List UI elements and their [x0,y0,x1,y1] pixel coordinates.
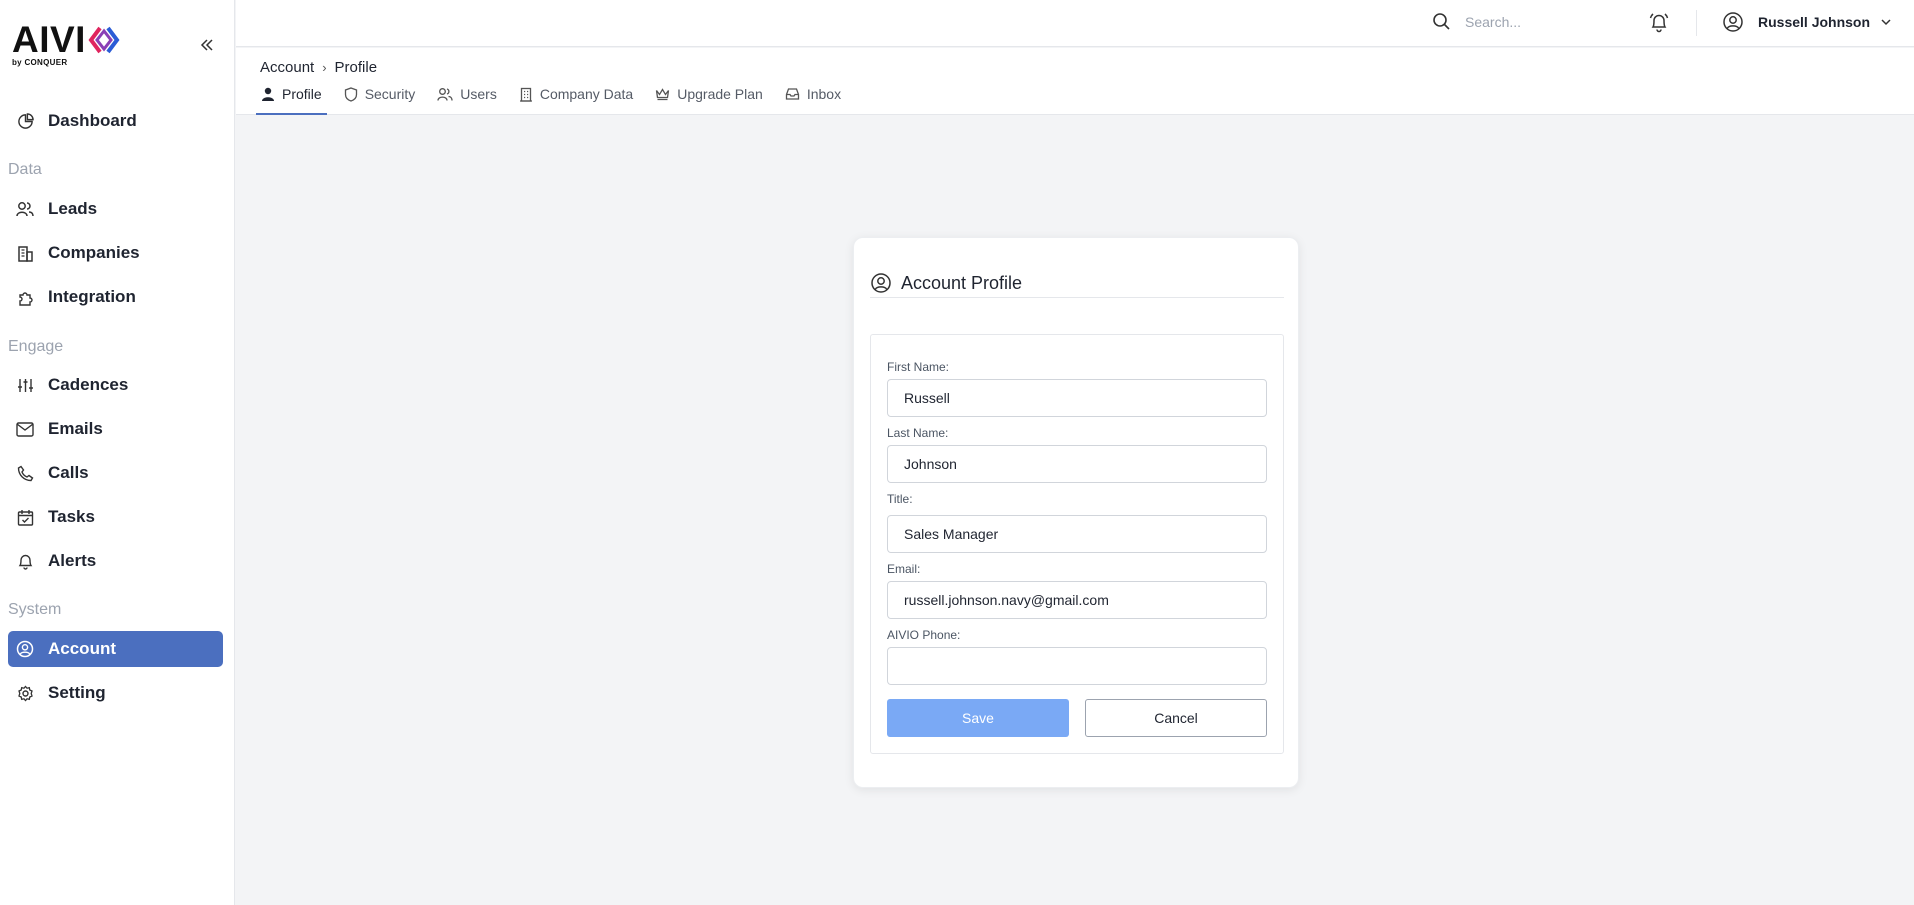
building-icon [519,87,532,102]
page-subheader: Account › Profile Profile Security Users… [236,48,1914,115]
tab-company-data[interactable]: Company Data [514,86,638,115]
email-label: Email: [887,562,921,576]
aivi-logo[interactable]: AIVI by CONQUER [12,20,122,70]
chart-pie-icon [17,112,34,129]
sidebar-item-leads[interactable]: Leads [8,191,223,227]
user-circle-icon [871,273,891,293]
logo-mark-icon [88,26,120,54]
card-header: Account Profile [870,272,1022,294]
sidebar-item-dashboard[interactable]: Dashboard [8,103,223,139]
first-name-label: First Name: [887,360,950,374]
sidebar-item-label: Tasks [48,507,95,526]
last-name-field[interactable] [887,445,1267,483]
title-field[interactable] [887,515,1267,553]
chevron-right-icon: › [322,60,327,75]
email-field[interactable] [887,581,1267,619]
bell-ring-icon [1649,13,1669,33]
sidebar-item-setting[interactable]: Setting [8,675,223,711]
sliders-icon [17,378,33,392]
collapse-sidebar-button[interactable] [196,34,218,56]
double-chevron-left-icon [200,39,213,51]
sidebar-item-label: Account [48,639,116,658]
first-name-field[interactable] [887,379,1267,417]
sidebar-item-label: Emails [48,419,103,438]
tab-inbox[interactable]: Inbox [780,86,846,115]
user-circle-icon [16,640,34,658]
profile-form: First Name: Last Name: Title: Email: AIV… [870,334,1284,754]
sidebar-item-companies[interactable]: Companies [8,235,223,271]
card-title: Account Profile [901,272,1023,293]
aivio-phone-label: AIVIO Phone: [887,628,961,642]
tab-label: Company Data [539,86,634,102]
sidebar-item-label: Companies [48,243,140,262]
last-name-label: Last Name: [887,426,949,440]
tab-users[interactable]: Users [432,86,502,115]
users-icon [16,201,34,216]
sidebar-item-label: Dashboard [48,111,137,130]
puzzle-icon [18,291,33,306]
card-divider [870,297,1284,298]
search-input[interactable] [1465,13,1615,30]
phone-icon [17,465,33,481]
sidebar-item-label: Cadences [48,375,129,394]
account-tabs: Profile Security Users Company Data Upgr… [256,86,858,115]
tab-upgrade-plan[interactable]: Upgrade Plan [650,86,768,115]
aivio-phone-field[interactable] [887,647,1267,685]
sidebar-item-calls[interactable]: Calls [8,455,223,491]
search-bar [1432,12,1615,31]
sidebar-item-tasks[interactable]: Tasks [8,499,223,535]
logo-text: AIVI [12,19,86,60]
section-label-system: System [8,601,62,618]
tab-profile[interactable]: Profile [256,86,327,115]
users-icon [437,88,453,101]
sidebar-item-label: Calls [48,463,89,482]
bell-icon [18,554,32,570]
title-label: Title: [887,492,913,506]
person-icon [262,87,274,101]
tab-label: Profile [282,86,322,102]
tab-label: Security [364,86,416,102]
top-header: Russell Johnson [236,0,1914,47]
logo-subtitle: by CONQUER [12,58,68,67]
cancel-button[interactable]: Cancel [1085,699,1267,737]
calendar-check-icon [17,509,33,526]
tab-label: Upgrade Plan [677,86,763,102]
breadcrumb-item-account[interactable]: Account [260,59,314,76]
shield-icon [344,87,357,102]
sidebar-item-cadences[interactable]: Cadences [8,367,223,403]
sidebar-item-label: Leads [48,199,98,218]
sidebar-item-alerts[interactable]: Alerts [8,543,223,579]
breadcrumb-item-profile: Profile [334,59,378,76]
search-icon[interactable] [1432,12,1451,31]
sidebar-item-account[interactable]: Account [8,631,223,667]
save-button[interactable]: Save [887,699,1069,737]
tab-label: Inbox [806,86,842,102]
mail-icon [16,421,34,437]
section-label-engage: Engage [8,338,64,355]
user-name: Russell Johnson [1758,14,1871,30]
account-profile-card: Account Profile First Name: Last Name: T… [853,237,1299,788]
section-label-data: Data [8,161,42,178]
breadcrumb: Account › Profile [260,59,377,76]
tab-security[interactable]: Security [339,86,421,115]
sidebar-item-label: Setting [48,683,106,702]
sidebar-item-emails[interactable]: Emails [8,411,223,447]
sidebar-item-label: Alerts [48,551,97,570]
gear-icon [17,685,33,701]
notifications-button[interactable] [1648,11,1670,38]
tab-label: Users [460,86,497,102]
inbox-icon [785,88,799,100]
sidebar: AIVI by CONQUER Dashboard Data Leads Com… [0,0,235,905]
user-menu[interactable]: Russell Johnson [1722,11,1892,33]
header-divider [1696,10,1697,36]
crown-icon [656,88,670,101]
sidebar-item-integration[interactable]: Integration [8,279,223,315]
chevron-down-icon [1881,19,1891,26]
building-icon [17,245,33,262]
user-circle-icon [1723,12,1743,32]
sidebar-item-label: Integration [48,287,136,306]
